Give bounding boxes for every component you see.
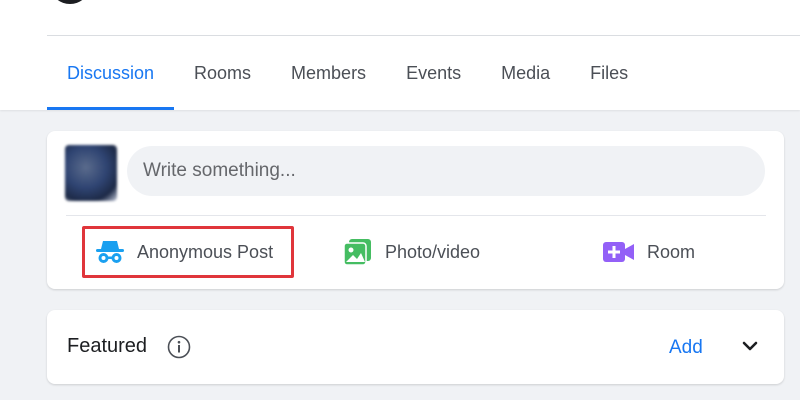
photo-icon	[343, 238, 373, 266]
user-avatar[interactable]	[65, 145, 117, 201]
photo-video-label: Photo/video	[385, 241, 481, 262]
group-avatar	[52, 0, 88, 4]
tab-discussion[interactable]: Discussion	[47, 36, 175, 110]
room-label: Room	[647, 241, 696, 262]
tab-media[interactable]: Media	[481, 36, 570, 110]
group-tabs: Discussion Rooms Members Events Media Fi…	[47, 36, 648, 110]
anonymous-post-button[interactable]: Anonymous Post	[82, 226, 294, 278]
tab-files[interactable]: Files	[570, 36, 648, 110]
featured-title: Featured	[67, 335, 148, 357]
write-something-input[interactable]	[127, 146, 765, 196]
composer-divider	[66, 215, 766, 216]
incognito-icon	[95, 239, 125, 265]
tab-events[interactable]: Events	[386, 36, 481, 110]
info-icon[interactable]	[167, 335, 191, 359]
tab-members[interactable]: Members	[271, 36, 386, 110]
anonymous-post-label: Anonymous Post	[137, 241, 274, 262]
featured-section: Featured Add	[47, 310, 784, 384]
group-header: Discussion Rooms Members Events Media Fi…	[0, 0, 800, 110]
photo-video-button[interactable]: Photo/video	[343, 226, 480, 278]
chevron-down-icon[interactable]	[741, 339, 759, 353]
video-add-icon	[603, 241, 635, 263]
room-button[interactable]: Room	[603, 226, 695, 278]
tab-rooms[interactable]: Rooms	[174, 36, 271, 110]
post-composer: Anonymous Post Photo/video Room	[47, 131, 784, 289]
add-featured-link[interactable]: Add	[669, 337, 703, 359]
